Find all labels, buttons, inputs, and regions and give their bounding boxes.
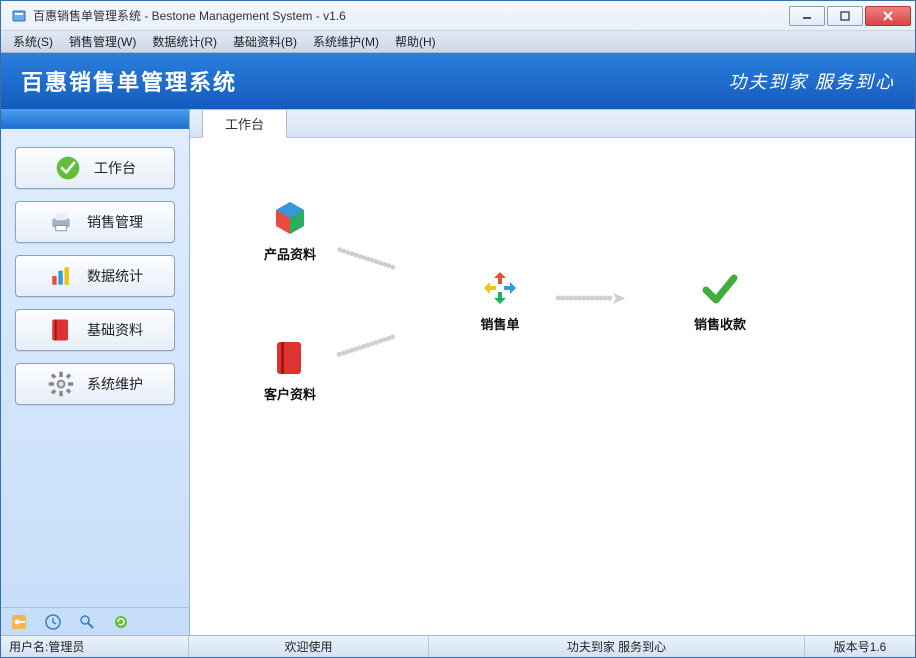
node-label: 客户资料 [264, 384, 316, 403]
menu-sales[interactable]: 销售管理(W) [61, 31, 144, 52]
flow-connector: •••••••••••••➤ [555, 288, 624, 309]
node-product[interactable]: 产品资料 [240, 198, 340, 263]
bar-chart-icon [47, 262, 75, 290]
flow-connector: •••••••••••••• [333, 327, 397, 366]
search-icon[interactable] [79, 614, 95, 630]
node-label: 产品资料 [264, 244, 316, 263]
red-book-icon [270, 338, 310, 378]
sidebar-item-basedata[interactable]: 基础资料 [15, 309, 175, 351]
refresh-icon[interactable] [113, 614, 129, 630]
check-circle-icon [54, 154, 82, 182]
main-area: 工作台 产品资料 客户资料 [190, 109, 915, 635]
tabstrip: 工作台 [190, 110, 915, 138]
key-icon[interactable] [11, 614, 27, 630]
app-icon [11, 8, 27, 24]
sidebar-accent [1, 109, 189, 129]
window-controls [787, 6, 911, 26]
maximize-button[interactable] [827, 6, 863, 26]
banner-title: 百惠销售单管理系统 [21, 65, 237, 97]
gear-icon [47, 370, 75, 398]
clock-icon[interactable] [45, 614, 61, 630]
status-version: 版本号1.6 [805, 636, 915, 657]
check-icon [700, 268, 740, 308]
node-receipt[interactable]: 销售收款 [670, 268, 770, 333]
tab-workbench[interactable]: 工作台 [202, 109, 287, 138]
sidebar-item-label: 数据统计 [87, 266, 143, 286]
sidebar-item-label: 系统维护 [87, 374, 143, 394]
sidebar-item-workbench[interactable]: 工作台 [15, 147, 175, 189]
sidebar-item-label: 工作台 [94, 158, 136, 178]
banner-slogan: 功夫到家 服务到心 [729, 68, 896, 94]
sidebar-item-stats[interactable]: 数据统计 [15, 255, 175, 297]
body: 工作台 销售管理 数据统计 [1, 109, 915, 635]
sidebar-item-label: 销售管理 [87, 212, 143, 232]
menu-basedata[interactable]: 基础资料(B) [225, 31, 305, 52]
node-label: 销售单 [480, 314, 519, 333]
sidebar-buttons: 工作台 销售管理 数据统计 [1, 129, 189, 607]
sidebar-item-maint[interactable]: 系统维护 [15, 363, 175, 405]
status-welcome: 欢迎使用 [189, 636, 429, 657]
menubar: 系统(S) 销售管理(W) 数据统计(R) 基础资料(B) 系统维护(M) 帮助… [1, 31, 915, 53]
window-title: 百惠销售单管理系统 - Bestone Management System - … [33, 7, 787, 24]
menu-help[interactable]: 帮助(H) [387, 31, 444, 52]
status-user: 用户名:管理员 [1, 636, 189, 657]
workspace-canvas: 产品资料 客户资料 [190, 138, 915, 635]
node-label: 销售收款 [694, 314, 746, 333]
sidebar-footer [1, 607, 189, 635]
banner: 百惠销售单管理系统 功夫到家 服务到心 [1, 53, 915, 109]
sidebar-item-sales[interactable]: 销售管理 [15, 201, 175, 243]
close-button[interactable] [865, 6, 911, 26]
titlebar: 百惠销售单管理系统 - Bestone Management System - … [1, 1, 915, 31]
app-window: 百惠销售单管理系统 - Bestone Management System - … [0, 0, 916, 658]
box-icon [270, 198, 310, 238]
flow-connector: •••••••••••••• [333, 239, 397, 278]
node-customer[interactable]: 客户资料 [240, 338, 340, 403]
menu-system[interactable]: 系统(S) [5, 31, 61, 52]
sidebar: 工作台 销售管理 数据统计 [1, 109, 190, 635]
sidebar-item-label: 基础资料 [87, 320, 143, 340]
book-icon [47, 316, 75, 344]
statusbar: 用户名:管理员 欢迎使用 功夫到家 服务到心 版本号1.6 [1, 635, 915, 657]
menu-stats[interactable]: 数据统计(R) [144, 31, 225, 52]
minimize-button[interactable] [789, 6, 825, 26]
printer-icon [47, 208, 75, 236]
status-slogan: 功夫到家 服务到心 [429, 636, 805, 657]
node-order[interactable]: 销售单 [450, 268, 550, 333]
menu-maint[interactable]: 系统维护(M) [305, 31, 387, 52]
cycle-arrows-icon [480, 268, 520, 308]
